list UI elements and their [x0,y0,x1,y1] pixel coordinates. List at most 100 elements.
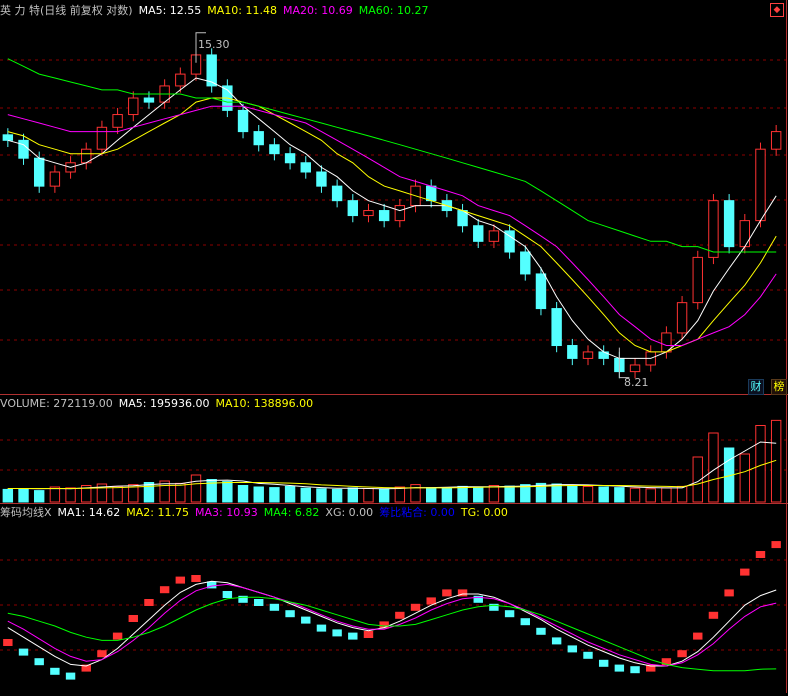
price-ma5-line [7,77,777,359]
candle-body [49,171,61,187]
chip-tg-label: TG: 0.00 [460,506,508,519]
chip-ma3-label: MA3: 10.93 [194,506,258,519]
candle-body [551,308,562,347]
chip-ma1-marker [740,568,750,576]
candle-body [316,171,327,187]
volume-bar [582,485,594,503]
volume-bar [567,485,578,503]
volume-ma5-label: MA5: 195936.00 [118,397,210,410]
volume-bar [378,488,390,503]
chip-ma1-marker [363,631,374,638]
volume-ma5-line [7,441,777,490]
candle-body [237,109,249,133]
candle-body [567,345,578,359]
volume-bar [614,487,625,503]
volume-bar [551,483,562,503]
chip-ma1-marker [567,645,578,653]
volume-bar [49,486,61,503]
candle-body [770,131,782,150]
candle-body [582,351,594,359]
volume-bar [222,481,233,503]
chip-ma1-marker [222,591,233,598]
candle-body [708,200,719,258]
candle-body [253,131,264,146]
volume-bar [441,487,453,503]
candle-body [269,144,280,155]
candle-body [723,200,735,248]
candle-body [18,139,29,159]
chip-ma1-marker [755,551,766,558]
chip-ma1-marker [50,667,60,675]
chip-ma1-marker [254,599,264,606]
chip-ma1-marker [128,615,138,622]
chip-ma4-label: MA4: 6.82 [263,506,320,519]
volume-bar [33,490,45,503]
volume-bar [629,487,641,503]
chart-settings-icon[interactable]: ◆ [770,3,784,17]
volume-bar [739,453,751,503]
chip-ma2-label: MA2: 11.75 [126,506,189,519]
volume-bar [661,487,672,503]
chip-ma1-marker [269,603,280,611]
candle-body [175,73,186,87]
chart-stage: 英 力 特(日线 前复权 对数) MA5: 12.55 MA10: 11.48 MA2… [0,0,788,693]
candle-body [143,97,155,103]
candle-body [2,134,14,141]
volume-label: VOLUME: 272119.00 [0,397,113,410]
candle-body [692,256,703,304]
candle-body [347,200,359,217]
candle-body [739,220,751,248]
ma20-label: MA20: 10.69 [283,4,353,17]
candle-body [284,153,296,164]
volume-bar [347,487,359,503]
volume-bar [284,485,296,503]
volume-bar [504,485,515,503]
volume-bar [190,474,202,503]
candle-body [676,302,688,334]
candle-body [96,126,108,150]
volume-bar [253,486,264,503]
chip-ma1-marker [395,611,405,619]
chip-ma3-line [7,583,777,667]
volume-bar [755,425,766,503]
chip-ma1-marker [724,589,734,597]
candle-body [300,162,311,173]
chip-ma1-marker [285,610,295,618]
volume-bar [300,487,311,503]
candle-body [535,273,547,310]
chip-ma1-marker [520,618,530,626]
ma5-label: MA5: 12.55 [138,4,202,17]
chip-ma1-marker [630,666,640,674]
candle-body [378,210,390,222]
candle-body [488,230,500,242]
chip-ma1-marker [551,637,562,645]
chip-ma1-marker [598,659,609,667]
chart-canvas [0,0,788,693]
chip-ma1-marker [144,599,154,606]
price-panel-header: 英 力 特(日线 前复权 对数) MA5: 12.55 MA10: 11.48 MA2… [0,3,434,19]
chip-ma1-marker [332,629,342,637]
chip-ma1-marker [301,616,311,624]
price-panel-title: 英 力 特(日线 前复权 对数) [0,4,133,17]
chip-ma2-line [7,580,777,667]
candle-body [755,148,766,222]
volume-bar [143,482,155,503]
volume-bar [394,486,406,503]
ma60-label: MA60: 10.27 [358,4,429,17]
volume-bar [316,488,327,503]
ranking-button[interactable]: 榜 [771,379,787,395]
volume-bar [488,485,500,503]
volume-bar [598,486,609,503]
volume-bar [237,485,249,503]
candle-body [112,114,123,128]
low-price-marker: 8.21 [624,376,649,389]
volume-bar [112,485,123,503]
candle-body [331,185,343,202]
finance-button[interactable]: 财 [748,379,764,395]
ma10-label: MA10: 11.48 [207,4,278,17]
chip-ma1-marker [3,639,13,646]
volume-bar [676,485,688,503]
volume-bar [2,488,14,503]
chip-ma1-marker [410,603,421,611]
volume-bar [363,488,374,503]
